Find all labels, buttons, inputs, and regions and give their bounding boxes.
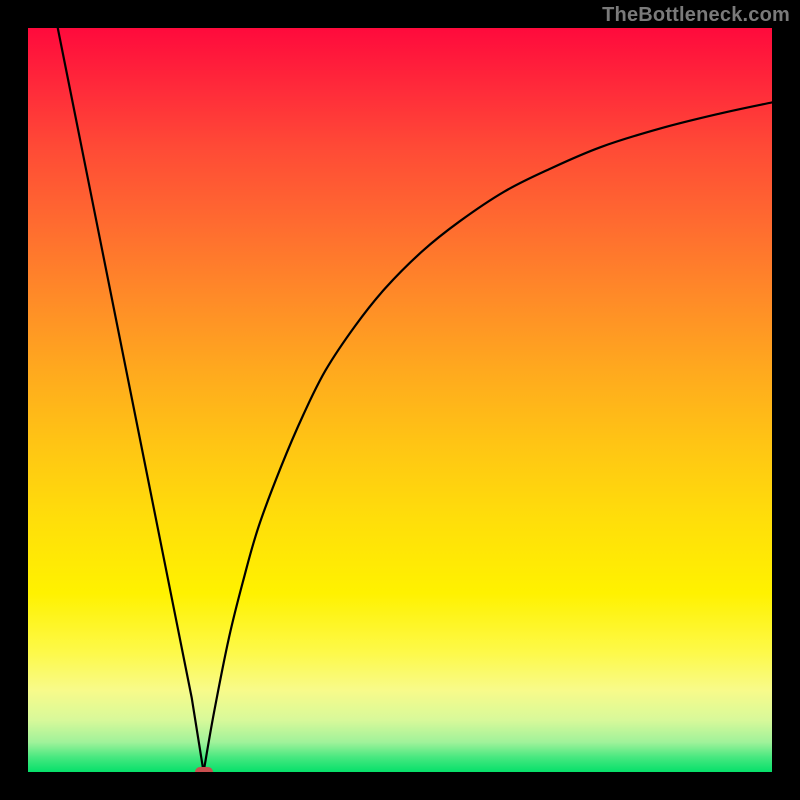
plot-area: [28, 28, 772, 772]
bottleneck-curve: [28, 28, 772, 772]
curve-left-branch: [58, 28, 204, 772]
curve-right-branch: [204, 102, 772, 772]
watermark-text: TheBottleneck.com: [602, 4, 790, 27]
chart-frame: TheBottleneck.com: [0, 0, 800, 800]
minimum-marker: [195, 767, 213, 772]
